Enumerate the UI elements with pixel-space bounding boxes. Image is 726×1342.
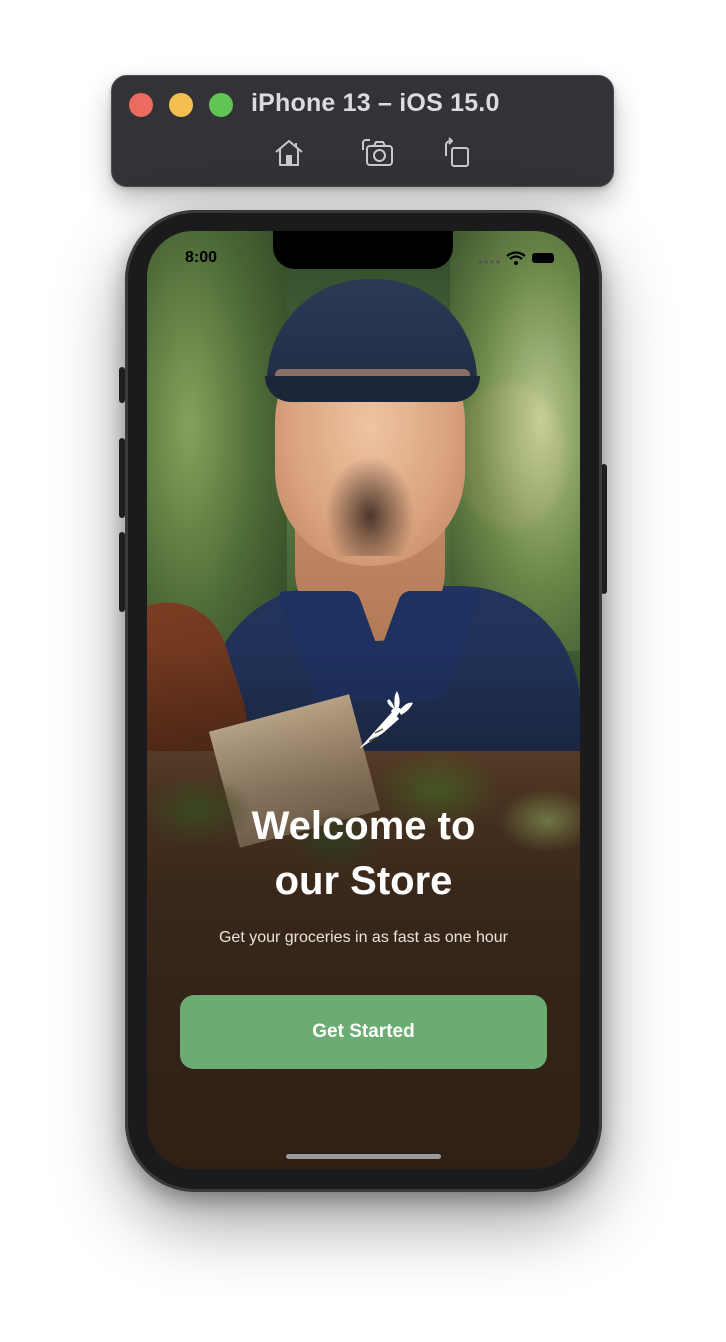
cellular-signal-icon: ●●●● bbox=[478, 257, 502, 266]
wifi-icon bbox=[506, 251, 526, 265]
notch bbox=[273, 231, 453, 269]
simulator-toolbar: iPhone 13 – iOS 15.0 bbox=[111, 75, 614, 187]
close-window-button[interactable] bbox=[129, 93, 153, 117]
welcome-title: Welcome to our Store bbox=[147, 799, 580, 909]
get-started-button[interactable]: Get Started bbox=[180, 995, 547, 1069]
app-screen: 8:00 ●●●● Welcome to our Store Get your … bbox=[147, 231, 580, 1169]
home-indicator[interactable] bbox=[286, 1154, 441, 1159]
carrot-icon bbox=[359, 691, 413, 749]
rotate-icon[interactable] bbox=[440, 136, 474, 170]
welcome-title-line1: Welcome to bbox=[251, 804, 476, 848]
battery-icon bbox=[532, 253, 554, 263]
minimize-window-button[interactable] bbox=[169, 93, 193, 117]
welcome-subtitle: Get your groceries in as fast as one hou… bbox=[218, 929, 509, 946]
screenshot-icon[interactable] bbox=[360, 136, 394, 170]
simulator-title: iPhone 13 – iOS 15.0 bbox=[251, 89, 500, 117]
status-time: 8:00 bbox=[185, 249, 218, 266]
welcome-title-line2: our Store bbox=[274, 859, 453, 903]
home-icon[interactable] bbox=[272, 136, 306, 170]
zoom-window-button[interactable] bbox=[209, 93, 233, 117]
status-icons: ●●●● bbox=[478, 251, 558, 266]
